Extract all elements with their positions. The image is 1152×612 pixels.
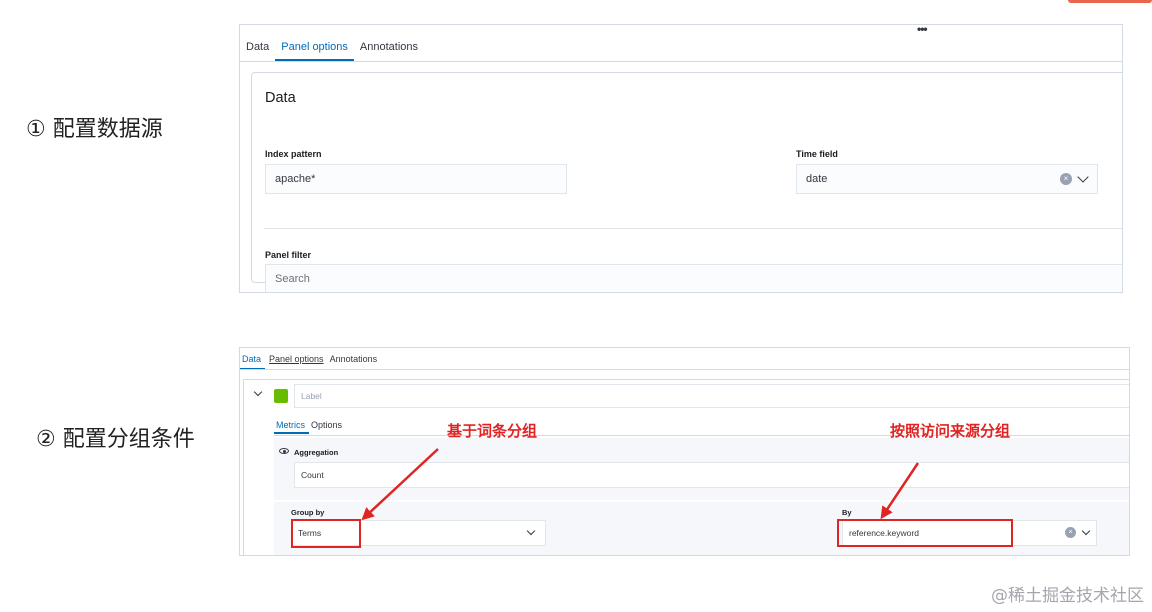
tab-data[interactable]: Data: [240, 35, 275, 61]
watermark: @稀土掘金技术社区: [991, 586, 1144, 606]
annotation-right: 按照访问来源分组: [890, 422, 1011, 440]
tab-options[interactable]: Options: [309, 420, 346, 434]
tab-divider: [240, 369, 1129, 370]
aggregation-value: Count: [301, 470, 324, 480]
more-dots-icon[interactable]: •••: [917, 22, 928, 36]
panel-filter-placeholder: Search: [275, 273, 310, 285]
index-pattern-input[interactable]: apache*: [265, 164, 567, 194]
index-pattern-label: Index pattern: [265, 149, 322, 159]
time-field-label: Time field: [796, 149, 838, 159]
annotation-left: 基于词条分组: [447, 422, 538, 440]
series-label-input[interactable]: Label: [294, 384, 1129, 408]
tab-divider: [240, 61, 1122, 62]
panel1-tabs: Data Panel options Annotations: [240, 35, 424, 61]
aggregation-label: Aggregation: [294, 448, 339, 457]
eye-icon[interactable]: [279, 448, 289, 454]
chevron-down-icon[interactable]: [526, 526, 536, 536]
time-field-value: date: [806, 173, 828, 185]
chevron-down-icon[interactable]: [1081, 526, 1091, 536]
group-by-label: Group by: [291, 508, 325, 517]
section-title: Data: [265, 90, 296, 106]
panel2-tabs: Data Panel options Annotations: [240, 352, 381, 370]
series-color-swatch[interactable]: [274, 389, 288, 403]
chevron-down-icon[interactable]: [1077, 171, 1089, 183]
tab-annotations[interactable]: Annotations: [354, 35, 424, 61]
aggregation-select[interactable]: Count: [294, 462, 1129, 488]
series-label-placeholder: Label: [301, 391, 322, 401]
by-highlight: [837, 519, 1013, 547]
group-by-highlight: [291, 519, 361, 548]
tab-metrics[interactable]: Metrics: [274, 420, 309, 434]
clear-icon[interactable]: ×: [1060, 173, 1072, 185]
tab-panel-options[interactable]: Panel options: [275, 35, 354, 61]
panel-filter-label: Panel filter: [265, 250, 312, 260]
time-field-select[interactable]: date ×: [796, 164, 1098, 194]
chevron-down-icon[interactable]: [253, 387, 263, 397]
step-2-label: ② 配置分组条件: [36, 427, 195, 452]
tab-panel-options[interactable]: Panel options: [267, 352, 328, 370]
panel-filter-input[interactable]: Search: [265, 264, 1122, 292]
divider: [264, 228, 1122, 229]
tab-annotations[interactable]: Annotations: [328, 352, 382, 370]
top-accent-bar: [1068, 0, 1152, 3]
index-pattern-value: apache*: [275, 173, 316, 185]
series-subtabs: Metrics Options: [274, 420, 346, 434]
by-label: By: [842, 508, 852, 517]
step-1-label: ① 配置数据源: [26, 117, 163, 142]
panel-options-screenshot: Data Panel options Annotations Data Inde…: [239, 24, 1123, 293]
tab-data[interactable]: Data: [240, 352, 266, 370]
data-section-card: Data Index pattern apache* Time field da…: [251, 72, 1122, 292]
clear-icon[interactable]: ×: [1065, 527, 1076, 538]
